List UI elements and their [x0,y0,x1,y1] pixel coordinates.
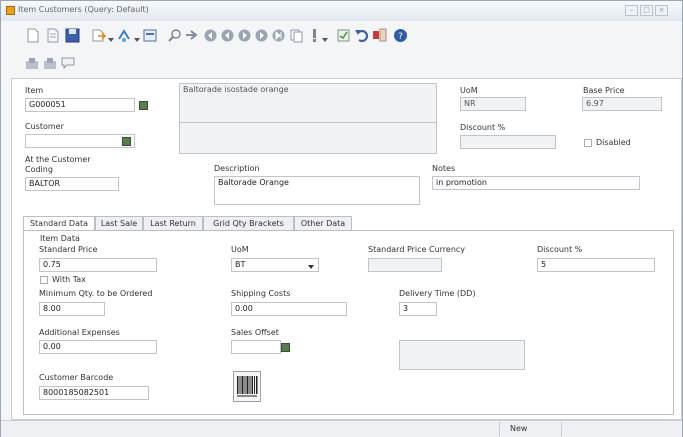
app-window: Item Customers (Query: Default) – □ × ? … [0,0,683,437]
coding-field[interactable]: BALTOR [25,177,119,191]
comment-icon[interactable] [61,56,76,71]
description-field[interactable]: Baltorade Orange [214,176,420,205]
main-toolbar: ? [1,22,682,52]
additional-expenses-label: Additional Expenses [39,328,120,337]
attachment-icon[interactable] [25,56,40,71]
tab-last-return[interactable]: Last Return [143,216,203,230]
window-title: Item Customers (Query: Default) [18,5,149,14]
barcode-icon[interactable] [233,371,261,402]
item-data-group-label: Item Data [40,234,80,243]
additional-expenses-field[interactable]: 0.00 [39,340,157,354]
disabled-label: Disabled [596,138,631,147]
app-icon [6,6,15,15]
title-bar: Item Customers (Query: Default) – □ × [1,1,682,21]
item-description-box: Baltorade isostade orange [179,83,437,125]
status-divider [561,422,562,436]
customer-label: Customer [25,122,64,131]
uom-field: NR [460,97,526,111]
tab-other-data[interactable]: Other Data [294,216,352,230]
discount-field-tab[interactable]: 5 [537,258,655,272]
workflow-icon[interactable] [372,28,387,43]
play-icon[interactable] [237,28,252,43]
customer-field[interactable] [25,134,135,148]
alert-icon[interactable] [307,28,322,43]
standard-data-panel: Item Data Standard Price 0.75 With Tax U… [23,230,674,415]
uom-label: UoM [460,86,478,95]
copy-icon[interactable] [289,28,304,43]
base-price-field: 6.97 [582,97,662,111]
delivery-time-label: Delivery Time (DD) [399,289,476,298]
status-bar: New [1,420,682,437]
discount-field [460,135,556,149]
customer-description-box [179,122,437,154]
disabled-checkbox[interactable] [584,139,592,147]
item-field[interactable]: G000051 [25,98,135,112]
description-label: Description [214,164,260,173]
status-mode: New [510,424,528,433]
min-qty-label: Minimum Qty. to be Ordered [39,289,153,298]
open-icon[interactable] [45,28,60,43]
coding-label-line2: Coding [25,165,53,174]
history-icon[interactable] [336,28,351,43]
next-icon[interactable] [254,28,269,43]
uom-select[interactable]: BT [231,258,319,272]
tab-last-sale[interactable]: Last Sale [95,216,143,230]
item-label: Item [25,86,44,95]
uom-dropdown-icon[interactable] [308,263,314,269]
shipping-costs-label: Shipping Costs [231,289,291,298]
secondary-toolbar [1,53,682,75]
new-icon[interactable] [25,28,40,43]
maximize-icon[interactable]: □ [640,5,653,16]
uom-label-tab: UoM [231,245,249,254]
base-price-label: Base Price [583,86,625,95]
customer-barcode-field[interactable]: 8000185082501 [39,386,149,400]
customer-barcode-label: Customer Barcode [39,373,114,382]
sales-offset-field[interactable] [231,340,281,354]
discount-label-tab: Discount % [537,245,583,254]
tab-standard-data[interactable]: Standard Data [23,216,95,231]
notes-field[interactable]: in promotion [432,176,640,190]
import-dropdown-icon[interactable] [134,36,140,42]
save-icon[interactable] [65,28,80,43]
item-lookup-icon[interactable] [139,101,148,110]
print-icon[interactable] [43,56,58,71]
export-dropdown-icon[interactable] [108,36,114,42]
standard-price-currency-label: Standard Price Currency [368,245,466,254]
svg-text:?: ? [398,32,403,42]
close-icon[interactable]: × [655,5,668,16]
form-area: Item G000051 Baltorade isostade orange U… [11,78,682,420]
status-divider [499,422,500,436]
coding-label-line1: At the Customer [25,155,91,164]
export-icon[interactable] [91,28,107,43]
with-tax-checkbox[interactable] [40,276,48,284]
preview-icon[interactable] [143,28,158,43]
min-qty-field[interactable]: 8.00 [39,302,105,316]
sales-offset-label: Sales Offset [231,328,279,337]
standard-price-currency-field [368,258,442,272]
last-icon[interactable] [271,28,286,43]
alert-dropdown-icon[interactable] [322,36,328,42]
with-tax-label: With Tax [52,275,86,284]
standard-price-field[interactable]: 0.75 [39,258,157,272]
discount-label: Discount % [460,123,506,132]
undo-icon[interactable] [354,28,369,43]
customer-lookup-icon[interactable] [122,137,131,146]
search-icon[interactable] [167,28,182,43]
sales-offset-description-box [399,340,525,370]
delivery-time-field[interactable]: 3 [399,302,437,316]
import-icon[interactable] [117,28,132,43]
help-icon[interactable]: ? [393,28,408,43]
shipping-costs-field[interactable]: 0.00 [231,302,347,316]
tab-grid-qty-brackets[interactable]: Grid Qty Brackets [203,216,294,230]
sales-offset-lookup-icon[interactable] [281,343,290,352]
notes-label: Notes [432,164,456,173]
first-icon[interactable] [203,28,218,43]
find-next-icon[interactable] [184,28,199,43]
minimize-icon[interactable]: – [625,5,638,16]
standard-price-label: Standard Price [39,245,98,254]
prev-icon[interactable] [220,28,235,43]
